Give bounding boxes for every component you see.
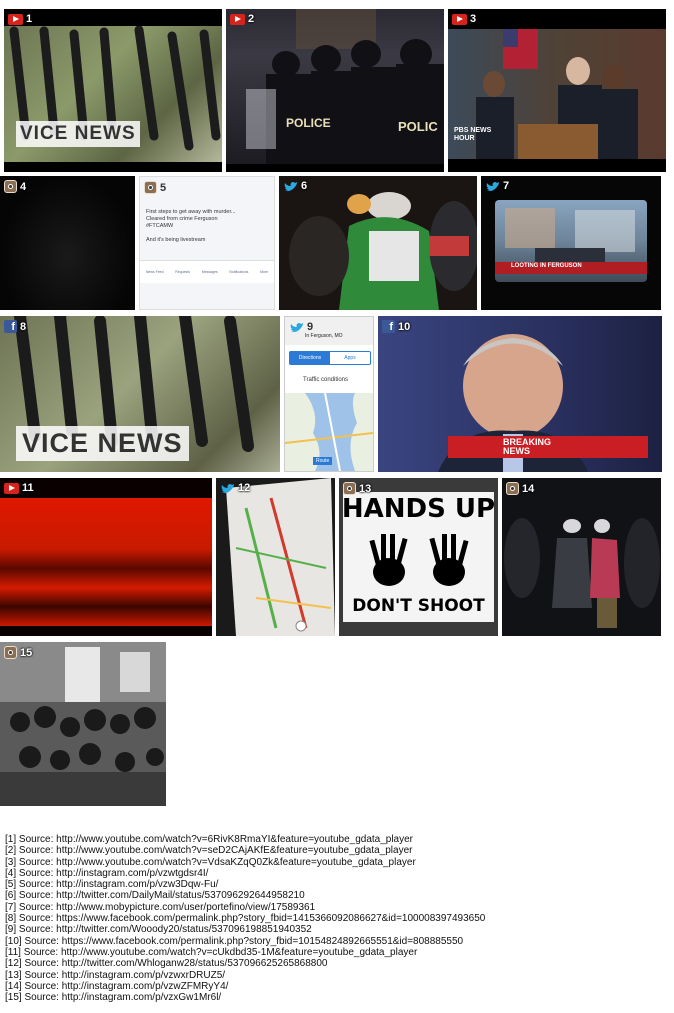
- tile-badge-12: 12: [220, 482, 250, 494]
- media-tile-15[interactable]: 15: [0, 642, 166, 806]
- twitter-icon: [283, 180, 298, 192]
- media-tile-11[interactable]: 11: [0, 478, 212, 636]
- source-link[interactable]: [8] Source: https://www.facebook.com/per…: [5, 913, 485, 924]
- instagram-icon: [4, 180, 17, 193]
- tab-apps[interactable]: Apps: [330, 352, 370, 364]
- source-link[interactable]: [9] Source: http://twitter.com/Wooody20/…: [5, 924, 485, 935]
- tab-requests[interactable]: Requests: [175, 270, 190, 274]
- tab-directions[interactable]: Directions: [290, 352, 330, 364]
- hands-image: [369, 534, 469, 586]
- vice-news-logo: VICE NEWS: [16, 426, 189, 461]
- instagram-icon: [343, 482, 356, 495]
- media-tile-13[interactable]: HANDS UP DON'T SHOOT 13: [339, 478, 498, 636]
- source-link[interactable]: [3] Source: http://www.youtube.com/watch…: [5, 857, 485, 868]
- tab-notifications[interactable]: Notifications: [229, 270, 248, 274]
- media-tile-2[interactable]: POLICE POLIC 2: [226, 9, 444, 172]
- instagram-icon: [506, 482, 519, 495]
- source-link[interactable]: [11] Source: http://www.youtube.com/watc…: [5, 947, 485, 958]
- map-title: Traffic conditions: [303, 377, 349, 383]
- tile-badge-3: 3: [452, 13, 476, 25]
- source-link[interactable]: [10] Source: https://www.facebook.com/pe…: [5, 936, 485, 947]
- riot-police-image: [246, 9, 444, 164]
- post-text-line-2: Cleared from crime Ferguson: [146, 216, 218, 222]
- tab-news-feed[interactable]: News Feed: [146, 270, 164, 274]
- media-tile-7[interactable]: LOOTING IN FERGUSON 7: [481, 176, 661, 310]
- dont-shoot-text: DON'T SHOOT: [352, 596, 485, 616]
- traffic-map-image: [226, 478, 335, 636]
- source-link[interactable]: [13] Source: http://instagram.com/p/vzwx…: [5, 970, 485, 981]
- tab-more[interactable]: More: [260, 270, 268, 274]
- facebook-icon: f: [382, 320, 395, 333]
- twitter-icon: [485, 180, 500, 192]
- media-tile-5[interactable]: First steps to get away with murder... C…: [139, 176, 275, 310]
- media-tile-8[interactable]: VICE NEWS f8: [0, 316, 280, 472]
- route-button[interactable]: Route: [313, 457, 333, 465]
- source-link[interactable]: [7] Source: http://www.mobypicture.com/u…: [5, 902, 485, 913]
- tv-footage-image: [495, 208, 647, 274]
- night-crowd-image: [502, 478, 661, 636]
- media-tile-9[interactable]: In Ferguson, MO Directions Apps Traffic …: [284, 316, 374, 472]
- source-link[interactable]: [12] Source: http://twitter.com/Whloganw…: [5, 958, 485, 969]
- instagram-icon: [144, 181, 157, 194]
- youtube-icon: [230, 13, 245, 25]
- tile-badge-7: 7: [485, 180, 509, 192]
- source-link[interactable]: [2] Source: http://www.youtube.com/watch…: [5, 845, 485, 856]
- facebook-icon: f: [4, 320, 17, 333]
- media-tile-3[interactable]: PBS NEWS HOUR 3: [448, 9, 666, 172]
- tile-badge-1: 1: [8, 13, 32, 25]
- media-tile-10[interactable]: BREAKING NEWS f 10: [378, 316, 662, 472]
- breaking-news-banner: BREAKING NEWS: [503, 437, 552, 456]
- instagram-icon: [4, 646, 17, 659]
- tab-messages[interactable]: Messages: [202, 270, 218, 274]
- source-list: [1] Source: http://www.youtube.com/watch…: [5, 834, 485, 1003]
- media-tile-1[interactable]: VICE NEWS 1: [4, 9, 222, 172]
- tile-badge-5: 5: [144, 181, 166, 194]
- tile-badge-11: 11: [4, 482, 34, 494]
- post-text-line-4: And it's being livestream: [146, 237, 206, 243]
- source-link[interactable]: [1] Source: http://www.youtube.com/watch…: [5, 834, 485, 845]
- twitter-icon: [289, 321, 304, 333]
- tile-badge-4: 4: [4, 180, 26, 193]
- youtube-icon: [452, 13, 467, 25]
- media-tile-4[interactable]: 4: [0, 176, 135, 310]
- tile-badge-6: 6: [283, 180, 307, 192]
- location-label: In Ferguson, MO: [305, 333, 343, 339]
- tile-badge-14: 14: [506, 482, 534, 495]
- twitter-icon: [220, 482, 235, 494]
- vice-news-logo: VICE NEWS: [16, 121, 140, 147]
- police-vest-text: POLICE: [286, 116, 331, 130]
- media-tile-6[interactable]: 6: [279, 176, 477, 310]
- news-chyron: LOOTING IN FERGUSON: [511, 263, 582, 269]
- source-link[interactable]: [5] Source: http://instagram.com/p/vzw3D…: [5, 879, 485, 890]
- source-link[interactable]: [6] Source: http://twitter.com/DailyMail…: [5, 890, 485, 901]
- tile-badge-9: 9: [289, 321, 313, 333]
- hands-up-text: HANDS UP: [341, 494, 496, 524]
- media-tile-14[interactable]: 14: [502, 478, 661, 636]
- police-vest-text-2: POLIC: [398, 119, 438, 134]
- youtube-icon: [4, 482, 19, 494]
- post-text-line-1: First steps to get away with murder...: [146, 209, 236, 215]
- youtube-icon: [8, 13, 23, 25]
- tile-badge-8: f8: [4, 320, 26, 333]
- tile-badge-13: 13: [343, 482, 371, 495]
- crowd-image: [279, 176, 477, 310]
- source-link[interactable]: [15] Source: http://instagram.com/p/vzxG…: [5, 992, 485, 1003]
- tile-badge-15: 15: [4, 646, 32, 659]
- pbs-logo: PBS NEWS HOUR: [454, 127, 492, 142]
- tile-badge-2: 2: [230, 13, 254, 25]
- source-link[interactable]: [4] Source: http://instagram.com/p/vzwtg…: [5, 868, 485, 879]
- post-text-line-3: #FTCAMW: [146, 223, 174, 229]
- tile-badge-10: f 10: [382, 320, 410, 333]
- media-tile-12[interactable]: 12: [216, 478, 335, 636]
- source-link[interactable]: [14] Source: http://instagram.com/p/vzwZ…: [5, 981, 485, 992]
- historic-protest-photo: [0, 642, 166, 806]
